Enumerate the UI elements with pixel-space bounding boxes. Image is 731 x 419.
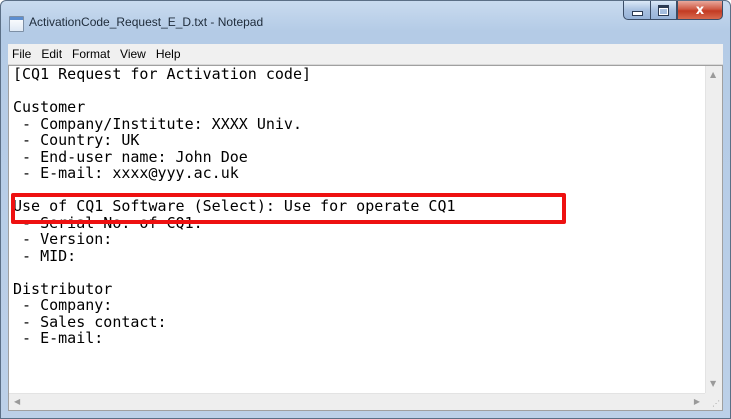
text-line: - E-mail: [13, 329, 104, 347]
text-line: - MID: [13, 246, 77, 265]
scroll-up-icon[interactable]: ▲ [710, 70, 716, 80]
scroll-down-icon[interactable]: ▼ [710, 379, 716, 389]
text-line: - Company/Institute: XXXX Univ. [13, 114, 302, 133]
text-content[interactable]: [CQ1 Request for Activation code] Custom… [9, 66, 705, 393]
text-editor[interactable]: [CQ1 Request for Activation code] Custom… [8, 65, 723, 411]
minimize-icon [631, 10, 643, 16]
text-line: [CQ1 Request for Activation code] [13, 66, 312, 83]
horizontal-scrollbar[interactable]: ◀ ▶ [9, 393, 705, 410]
notepad-window: ActivationCode_Request_E_D.txt - Notepad… [0, 0, 731, 419]
text-line: - Sales contact: [13, 312, 167, 331]
text-line [9, 264, 705, 281]
menu-view[interactable]: View [115, 47, 151, 61]
menu-edit[interactable]: Edit [36, 47, 67, 61]
menu-help[interactable]: Help [151, 47, 186, 61]
close-button[interactable]: x [677, 1, 723, 20]
notepad-app-icon[interactable] [9, 16, 24, 32]
title-bar[interactable]: ActivationCode_Request_E_D.txt - Notepad… [1, 1, 730, 44]
resize-grip-icon[interactable]: ⋰ [712, 399, 720, 408]
text-line: - Country: UK [13, 131, 140, 149]
close-icon: x [695, 2, 705, 18]
scrollbar-corner: ⋰ [705, 393, 722, 410]
text-line [9, 182, 705, 199]
text-line: Distributor [13, 279, 113, 298]
window-title: ActivationCode_Request_E_D.txt - Notepad [29, 15, 264, 29]
text-line: - Version: [13, 230, 113, 248]
maximize-icon [658, 4, 669, 16]
scroll-left-icon[interactable]: ◀ [14, 397, 20, 407]
caption-buttons: x [623, 1, 723, 21]
maximize-button[interactable] [650, 1, 677, 20]
scroll-right-icon[interactable]: ▶ [694, 397, 700, 407]
minimize-button[interactable] [623, 1, 650, 20]
text-line [9, 83, 705, 100]
menu-file[interactable]: File [8, 47, 36, 61]
text-line: - Serial No. of CQ1: [13, 213, 203, 232]
menu-format[interactable]: Format [67, 47, 115, 61]
vertical-scrollbar[interactable]: ▲ ▼ [705, 66, 722, 393]
text-line: - Company: [13, 296, 113, 314]
text-line: - End-user name: John Doe [13, 147, 248, 166]
text-line: - E-mail: xxxx@yyy.ac.uk [13, 164, 239, 182]
text-line: Customer [13, 98, 86, 116]
menu-bar: File Edit Format View Help [8, 44, 723, 65]
text-line-highlighted: Use of CQ1 Software (Select): Use for op… [13, 197, 456, 215]
